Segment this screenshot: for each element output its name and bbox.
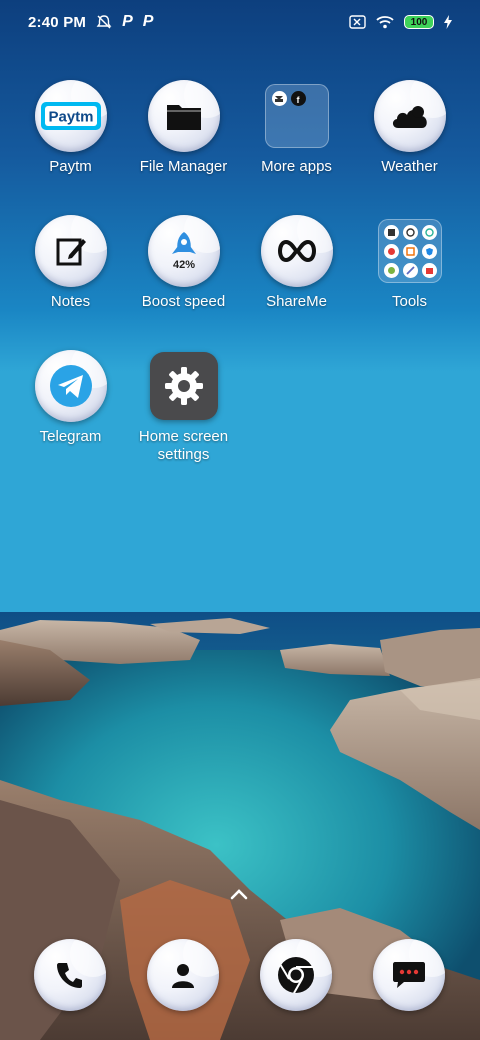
folder-tools[interactable]: Tools <box>353 215 466 311</box>
dock-chrome[interactable] <box>260 939 332 1011</box>
app-label: Telegram <box>39 428 102 445</box>
recorder-icon <box>383 244 399 259</box>
app-label: Boost speed <box>141 293 226 310</box>
dock-phone[interactable] <box>34 939 106 1011</box>
app-home-screen-settings[interactable]: Home screen settings <box>127 350 240 464</box>
status-right: 100 <box>349 15 452 29</box>
mail-icon <box>271 91 287 106</box>
app-label: More apps <box>261 158 332 175</box>
sim-disabled-icon <box>349 15 366 29</box>
compass-icon <box>421 225 437 240</box>
note-edit-icon <box>34 215 107 287</box>
chevron-up-icon[interactable] <box>229 887 249 905</box>
app-label: Paytm <box>49 158 92 175</box>
app-boost-speed[interactable]: 42% Boost speed <box>127 215 240 311</box>
status-left: 2:40 PM P P <box>28 13 153 31</box>
cleaner-icon <box>383 263 399 278</box>
store-icon <box>421 263 437 278</box>
folder-icon <box>147 80 220 152</box>
phone-icon <box>34 939 106 1011</box>
clock: 2:40 PM <box>28 13 87 31</box>
paytm-p-icon: P <box>142 13 154 30</box>
app-label: Tools <box>391 293 428 310</box>
app-label: ShareMe <box>266 293 327 310</box>
scanner-icon <box>402 244 418 259</box>
paytm-icon: Paytm <box>34 80 107 152</box>
infinity-icon <box>260 215 333 287</box>
clock-icon <box>402 225 418 240</box>
calculator-icon <box>383 225 399 240</box>
paytm-p-icon: P <box>122 13 133 30</box>
contacts-icon <box>147 939 219 1011</box>
wifi-icon <box>376 15 394 29</box>
app-label: Notes <box>50 293 91 310</box>
app-label: Home screen settings <box>138 428 229 463</box>
app-paytm[interactable]: Paytm Paytm <box>14 80 127 176</box>
paytm-logo-text: Paytm <box>48 109 93 126</box>
alarm-off-icon <box>96 14 112 30</box>
svg-text:f: f <box>297 95 301 104</box>
app-shareme[interactable]: ShareMe <box>240 215 353 311</box>
app-label: Weather <box>381 158 438 175</box>
charging-bolt-icon <box>444 15 452 29</box>
dock-contacts[interactable] <box>147 939 219 1011</box>
tools-folder <box>377 219 442 283</box>
messages-icon <box>373 939 445 1011</box>
app-weather[interactable]: Weather <box>353 80 466 176</box>
security-icon <box>421 244 437 259</box>
app-label: File Manager <box>139 158 228 175</box>
app-file-manager[interactable]: File Manager <box>127 80 240 176</box>
facebook-icon: f <box>290 91 306 106</box>
boost-percent: 42% <box>172 259 194 271</box>
mi-remote-icon <box>402 263 418 278</box>
gear-icon <box>149 352 218 420</box>
dock-messages[interactable] <box>373 939 445 1011</box>
battery-icon: 100 <box>404 15 434 29</box>
app-notes[interactable]: Notes <box>14 215 127 311</box>
telegram-icon <box>34 350 107 422</box>
status-bar: 2:40 PM P P 100 <box>0 0 480 44</box>
app-telegram[interactable]: Telegram <box>14 350 127 446</box>
folder-more-apps[interactable]: f More apps <box>240 80 353 176</box>
chrome-icon <box>260 939 332 1011</box>
cloud-icon <box>373 80 446 152</box>
more-apps-folder: f <box>264 84 329 148</box>
rocket-icon: 42% <box>147 215 220 287</box>
